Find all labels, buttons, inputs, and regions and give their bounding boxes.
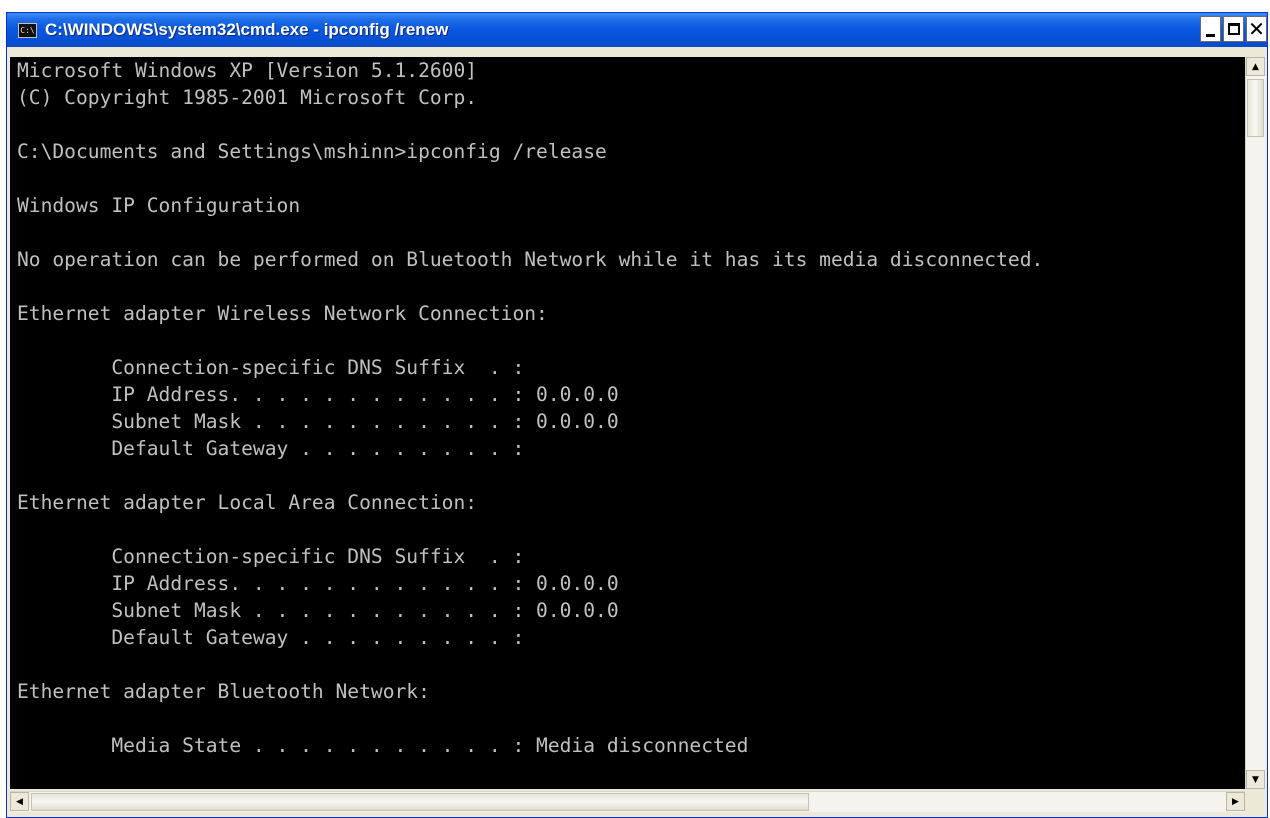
- console-line: Subnet Mask . . . . . . . . . . . : 0.0.…: [17, 599, 619, 622]
- maximize-button[interactable]: [1223, 16, 1244, 42]
- console-line: IP Address. . . . . . . . . . . . : 0.0.…: [17, 572, 619, 595]
- console-line: Ethernet adapter Local Area Connection:: [17, 491, 478, 514]
- minimize-icon: [1206, 33, 1215, 37]
- window-title: C:\WINDOWS\system32\cmd.exe - ipconfig /…: [45, 20, 449, 39]
- arrow-right-icon: ▶: [1232, 796, 1239, 807]
- console-line: No operation can be performed on Bluetoo…: [17, 248, 1044, 271]
- title-bar[interactable]: C:\ C:\WINDOWS\system32\cmd.exe - ipconf…: [7, 13, 1267, 47]
- console-line: Connection-specific DNS Suffix . :: [17, 545, 525, 568]
- console-line: Connection-specific DNS Suffix . :: [17, 356, 525, 379]
- console-line: Default Gateway . . . . . . . . . :: [17, 626, 525, 649]
- console-line: Microsoft Windows XP [Version 5.1.2600]: [17, 59, 478, 82]
- console-line: Media State . . . . . . . . . . . : Medi…: [17, 734, 749, 757]
- close-button[interactable]: ✕: [1246, 16, 1267, 42]
- arrow-left-icon: ◀: [16, 796, 23, 807]
- console-line: Windows IP Configuration: [17, 194, 301, 217]
- console-line: Ethernet adapter Wireless Network Connec…: [17, 302, 548, 325]
- close-icon: ✕: [1248, 17, 1265, 41]
- cmd-icon[interactable]: C:\: [18, 22, 37, 38]
- size-grip: [1245, 791, 1266, 812]
- arrow-up-icon: ▲: [1252, 61, 1259, 72]
- scroll-left-button[interactable]: ◀: [10, 792, 29, 811]
- horizontal-scrollbar[interactable]: ◀ ▶: [10, 791, 1245, 812]
- console-line: Ethernet adapter Bluetooth Network:: [17, 680, 430, 703]
- maximize-icon: [1227, 23, 1240, 35]
- console-line: Subnet Mask . . . . . . . . . . . : 0.0.…: [17, 410, 619, 433]
- horizontal-scroll-thumb[interactable]: [31, 793, 809, 811]
- vertical-scroll-thumb[interactable]: [1247, 79, 1264, 137]
- console-line: C:\Documents and Settings\mshinn>ipconfi…: [17, 140, 607, 163]
- window-controls: ✕: [1200, 16, 1267, 42]
- console-line: Default Gateway . . . . . . . . . :: [17, 437, 525, 460]
- console-window: C:\ C:\WINDOWS\system32\cmd.exe - ipconf…: [6, 12, 1268, 818]
- console-line: (C) Copyright 1985-2001 Microsoft Corp.: [17, 86, 478, 109]
- console-output[interactable]: Microsoft Windows XP [Version 5.1.2600] (…: [10, 57, 1245, 789]
- scroll-up-button[interactable]: ▲: [1246, 57, 1265, 76]
- console-line: IP Address. . . . . . . . . . . . : 0.0.…: [17, 383, 619, 406]
- scroll-right-button[interactable]: ▶: [1226, 792, 1245, 811]
- minimize-button[interactable]: [1200, 16, 1221, 42]
- vertical-scrollbar[interactable]: ▲ ▼: [1245, 57, 1266, 789]
- arrow-down-icon: ▼: [1252, 774, 1259, 785]
- scroll-down-button[interactable]: ▼: [1246, 770, 1265, 789]
